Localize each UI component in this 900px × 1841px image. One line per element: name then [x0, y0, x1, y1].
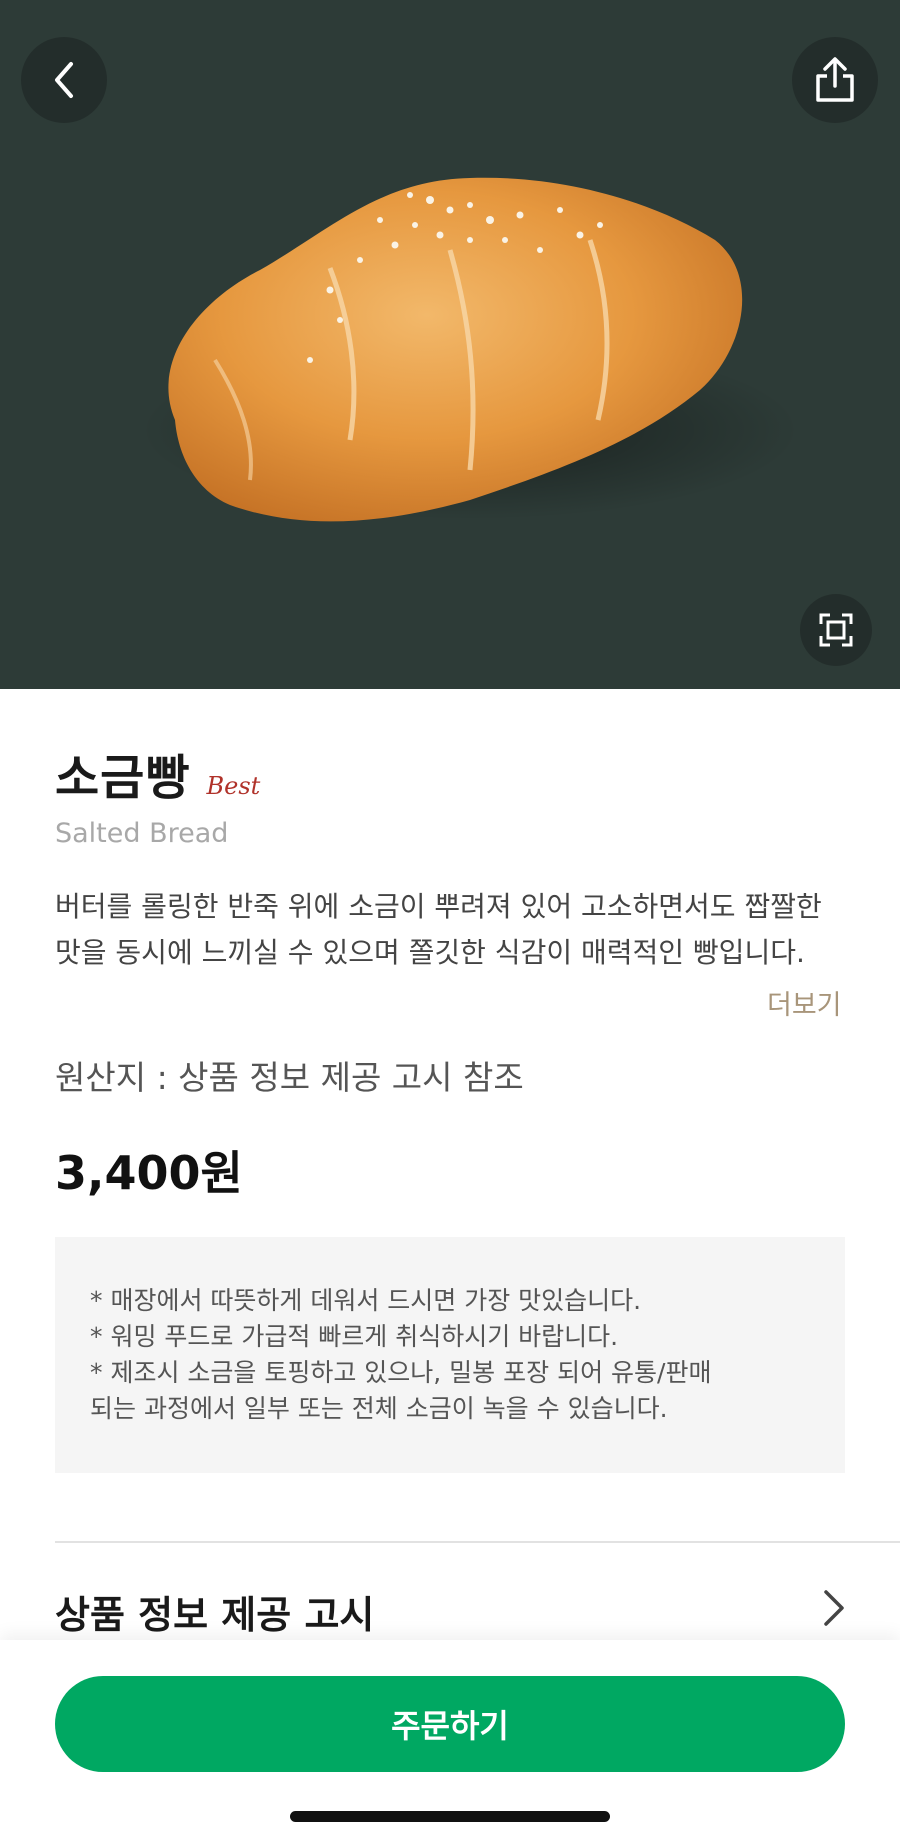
share-icon [816, 57, 854, 102]
origin-info: 원산지 : 상품 정보 제공 고시 참조 [55, 1058, 524, 1097]
more-link[interactable]: 더보기 [767, 983, 842, 1022]
product-english-name: Salted Bread [55, 818, 229, 849]
home-indicator [290, 1811, 610, 1822]
notice-line: * 워밍 푸드로 가급적 빠르게 취식하시기 바랍니다. [90, 1322, 619, 1351]
product-info-notice-link[interactable]: 상품 정보 제공 고시 [55, 1584, 374, 1639]
product-title-row: 소금빵 Best [55, 738, 260, 808]
product-title: 소금빵 [55, 750, 191, 806]
salted-bread-image [140, 177, 800, 522]
order-button[interactable]: 주문하기 [55, 1676, 845, 1772]
back-button[interactable] [21, 37, 107, 123]
product-description: 버터를 롤링한 반죽 위에 소금이 뿌려져 있어 고소하면서도 짭짤한 맛을 동… [55, 890, 822, 969]
notice-line: * 제조시 소금을 토핑하고 있으나, 밀봉 포장 되어 유통/판매 [90, 1358, 712, 1387]
notice-line: * 매장에서 따뜻하게 데워서 드시면 가장 맛있습니다. [90, 1286, 642, 1315]
chevron-left-icon [55, 62, 73, 98]
section-divider [55, 1541, 900, 1543]
expand-icon [819, 613, 853, 647]
chevron-right-icon[interactable] [822, 1588, 846, 1628]
product-price: 3,400원 [55, 1146, 243, 1200]
expand-image-button[interactable] [800, 594, 872, 666]
notice-box: * 매장에서 따뜻하게 데워서 드시면 가장 맛있습니다. * 워밍 푸드로 가… [55, 1237, 845, 1473]
best-badge: Best [206, 772, 261, 800]
product-image [0, 0, 900, 689]
share-button[interactable] [792, 37, 878, 123]
notice-line: 되는 과정에서 일부 또는 전체 소금이 녹을 수 있습니다. [90, 1394, 668, 1423]
